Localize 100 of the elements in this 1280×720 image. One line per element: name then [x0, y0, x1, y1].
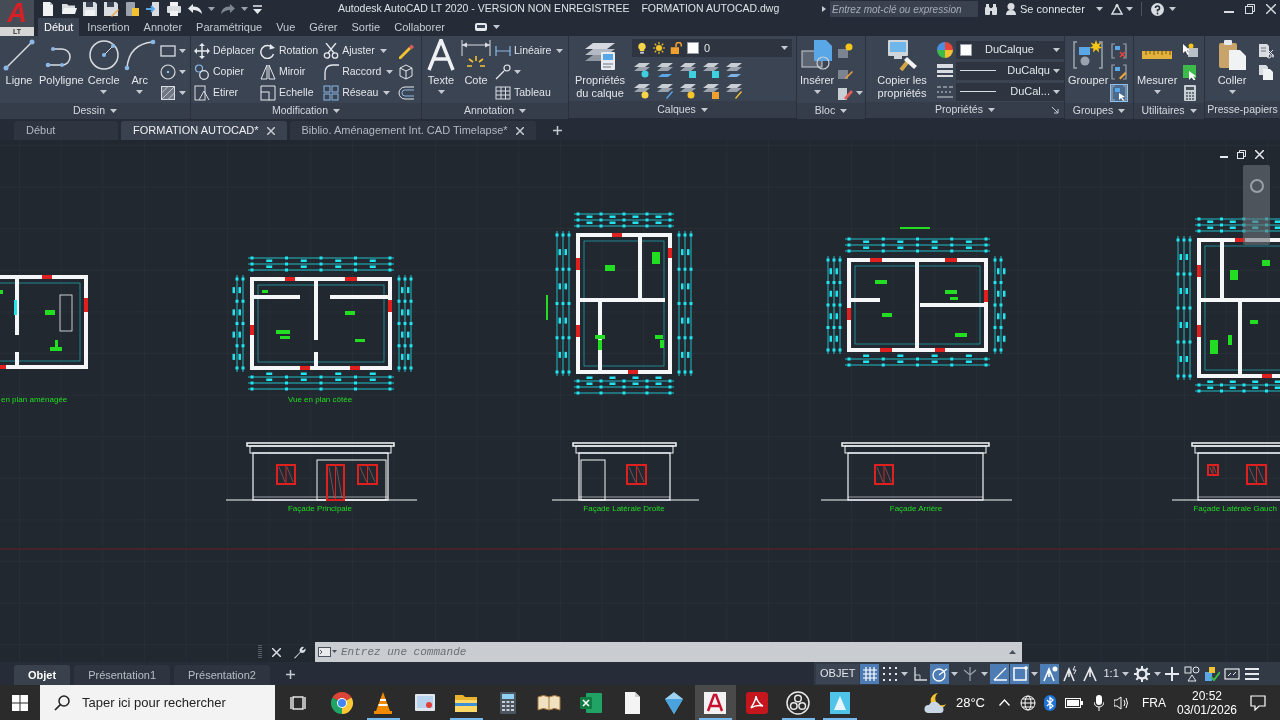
date-text[interactable]: 03/01/2026: [1176, 702, 1238, 717]
ribbon-tool-button[interactable]: Copier: [194, 61, 256, 82]
pencil-icon[interactable]: [398, 42, 415, 59]
block-star-icon[interactable]: [837, 42, 854, 59]
status-toggle-button[interactable]: [1040, 663, 1060, 684]
ribbon-tab[interactable]: Gérer: [303, 18, 344, 36]
layer-sheet-icon[interactable]: [703, 82, 719, 99]
ribbon-tool-button[interactable]: Propriétés du calque: [572, 38, 628, 100]
caret-icon[interactable]: [241, 7, 248, 11]
cube-icon[interactable]: [398, 63, 415, 80]
caret-icon[interactable]: [981, 671, 989, 676]
ribbon-tab[interactable]: Collaborer: [388, 18, 451, 36]
caret-icon[interactable]: [1095, 7, 1103, 11]
cursor-square-icon[interactable]: [1182, 63, 1199, 80]
layout-tab[interactable]: Présentation1: [74, 665, 170, 685]
rectangle-icon[interactable]: [159, 42, 176, 59]
phone-document-icon[interactable]: [124, 1, 140, 17]
ribbon-tool-button[interactable]: Grouper: [1068, 38, 1109, 100]
ribbon-tab[interactable]: Insertion: [81, 18, 136, 36]
language-indicator[interactable]: FRA: [1142, 693, 1166, 712]
cut-document-icon[interactable]: [1258, 42, 1274, 59]
ribbon-tool-button[interactable]: Miroir: [260, 61, 319, 82]
undo-icon[interactable]: [187, 1, 203, 17]
dialog-launcher-icon[interactable]: [1052, 107, 1059, 114]
layer-sheet-icon[interactable]: [680, 61, 696, 78]
command-prompt-icon[interactable]: [318, 647, 337, 657]
property-dropdown[interactable]: DuCalque: [956, 40, 1064, 59]
ribbon-tab[interactable]: Annoter: [137, 18, 189, 36]
binoculars-icon[interactable]: [985, 3, 997, 15]
calculator-icon[interactable]: [1182, 84, 1199, 101]
ribbon-tool-button[interactable]: Insérer: [800, 38, 835, 100]
caret-icon[interactable]: [856, 90, 864, 95]
file-tab[interactable]: FORMATION AUTOCAD*: [121, 121, 287, 140]
ribbon-tool-button[interactable]: Ligne: [3, 38, 35, 100]
caret-icon[interactable]: [1031, 671, 1039, 676]
ribbon-tool-button[interactable]: Rotation: [260, 40, 319, 61]
close-icon[interactable]: [266, 126, 275, 135]
temperature-text[interactable]: 28°C: [955, 692, 985, 713]
caret-icon[interactable]: [178, 48, 186, 53]
copy-documents-icon[interactable]: [1258, 63, 1274, 80]
layer-sheet-icon[interactable]: [726, 82, 742, 99]
printer-icon[interactable]: [166, 1, 182, 17]
restore-icon[interactable]: [1244, 4, 1255, 14]
sign-in-button[interactable]: Se connecter: [1020, 0, 1085, 18]
notification-icon[interactable]: [1250, 694, 1266, 711]
search-input[interactable]: Taper ici pour rechercher: [82, 692, 267, 713]
speaker-icon[interactable]: [1114, 695, 1130, 710]
file-tab[interactable]: Début: [14, 121, 118, 140]
battery-icon[interactable]: [1065, 697, 1083, 708]
caret-icon[interactable]: [901, 671, 909, 676]
status-toggle-button[interactable]: [990, 663, 1010, 684]
ribbon-tool-button[interactable]: Déplacer: [194, 40, 256, 61]
chevron-up-icon[interactable]: [999, 699, 1010, 706]
restore-icon[interactable]: [1237, 150, 1246, 159]
leader-line-icon[interactable]: [495, 63, 511, 80]
ribbon-tool-button[interactable]: Polyligne: [39, 38, 84, 100]
circle-center-icon[interactable]: [159, 63, 176, 80]
plus-icon[interactable]: [285, 670, 295, 679]
close-icon[interactable]: [1255, 150, 1264, 159]
caret-icon[interactable]: [178, 69, 186, 74]
command-input[interactable]: Entrez une commande: [341, 643, 1005, 661]
layer-sheet-icon[interactable]: [726, 61, 742, 78]
help-icon[interactable]: [1150, 2, 1164, 16]
customize-menu-icon[interactable]: [253, 4, 262, 14]
drawing-canvas[interactable]: en plan aménagée Vue en plan côtée Façade Principale Façade Latérale Droite Façade Arrière Façade Latérale Gauch Entrez une commande: [0, 140, 1280, 662]
ribbon-tab[interactable]: Sortie: [345, 18, 387, 36]
caret-up-icon[interactable]: [1009, 650, 1016, 654]
layer-sheet-icon[interactable]: [703, 61, 719, 78]
caret-icon[interactable]: [1168, 7, 1176, 11]
save-as-icon[interactable]: [103, 1, 119, 17]
ribbon-tab[interactable]: Début: [38, 18, 80, 36]
minimize-icon[interactable]: [1223, 11, 1234, 13]
ribbon-tool-button[interactable]: Linéaire: [495, 40, 564, 61]
ribbon-tool-button[interactable]: Echelle: [260, 82, 319, 103]
layout-tab[interactable]: Objet: [14, 665, 71, 685]
wrench-icon[interactable]: [293, 645, 306, 659]
ribbon-tool-button[interactable]: Cote: [460, 38, 492, 100]
bracket-cursor-icon[interactable]: [1111, 84, 1128, 101]
ribbon-tool-button[interactable]: Arc: [123, 38, 156, 100]
property-dropdown[interactable]: DuCal...: [956, 82, 1064, 101]
status-toggle-button[interactable]: [1060, 663, 1080, 684]
ribbon-tool-button[interactable]: Réseau: [323, 82, 394, 103]
ribbon-tool-button[interactable]: Texte: [425, 38, 457, 100]
hatched-square-icon[interactable]: [159, 84, 176, 101]
status-toggle-button[interactable]: [1010, 663, 1030, 684]
caret-icon[interactable]: [1125, 7, 1133, 11]
user-icon[interactable]: [1006, 3, 1016, 15]
ribbon-tab[interactable]: Vue: [270, 18, 302, 36]
save-icon[interactable]: [82, 1, 98, 17]
ribbon-tool-button[interactable]: Copier les propriétés: [869, 38, 935, 100]
close-icon[interactable]: [515, 126, 524, 135]
file-tab[interactable]: Biblio. Aménagement Int. CAD Timelapse*: [289, 121, 536, 140]
annotation-scale-button[interactable]: 1:1: [1100, 663, 1132, 684]
caret-icon[interactable]: [514, 69, 521, 74]
search-field[interactable]: Entrez mot-clé ou expression: [830, 1, 978, 17]
navigation-bar[interactable]: [1243, 165, 1270, 245]
layout-tab[interactable]: Présentation2: [174, 665, 270, 685]
close-icon[interactable]: [272, 647, 281, 657]
ribbon-tool-button[interactable]: Cercle: [87, 38, 120, 100]
layer-sheet-icon[interactable]: [634, 82, 650, 99]
